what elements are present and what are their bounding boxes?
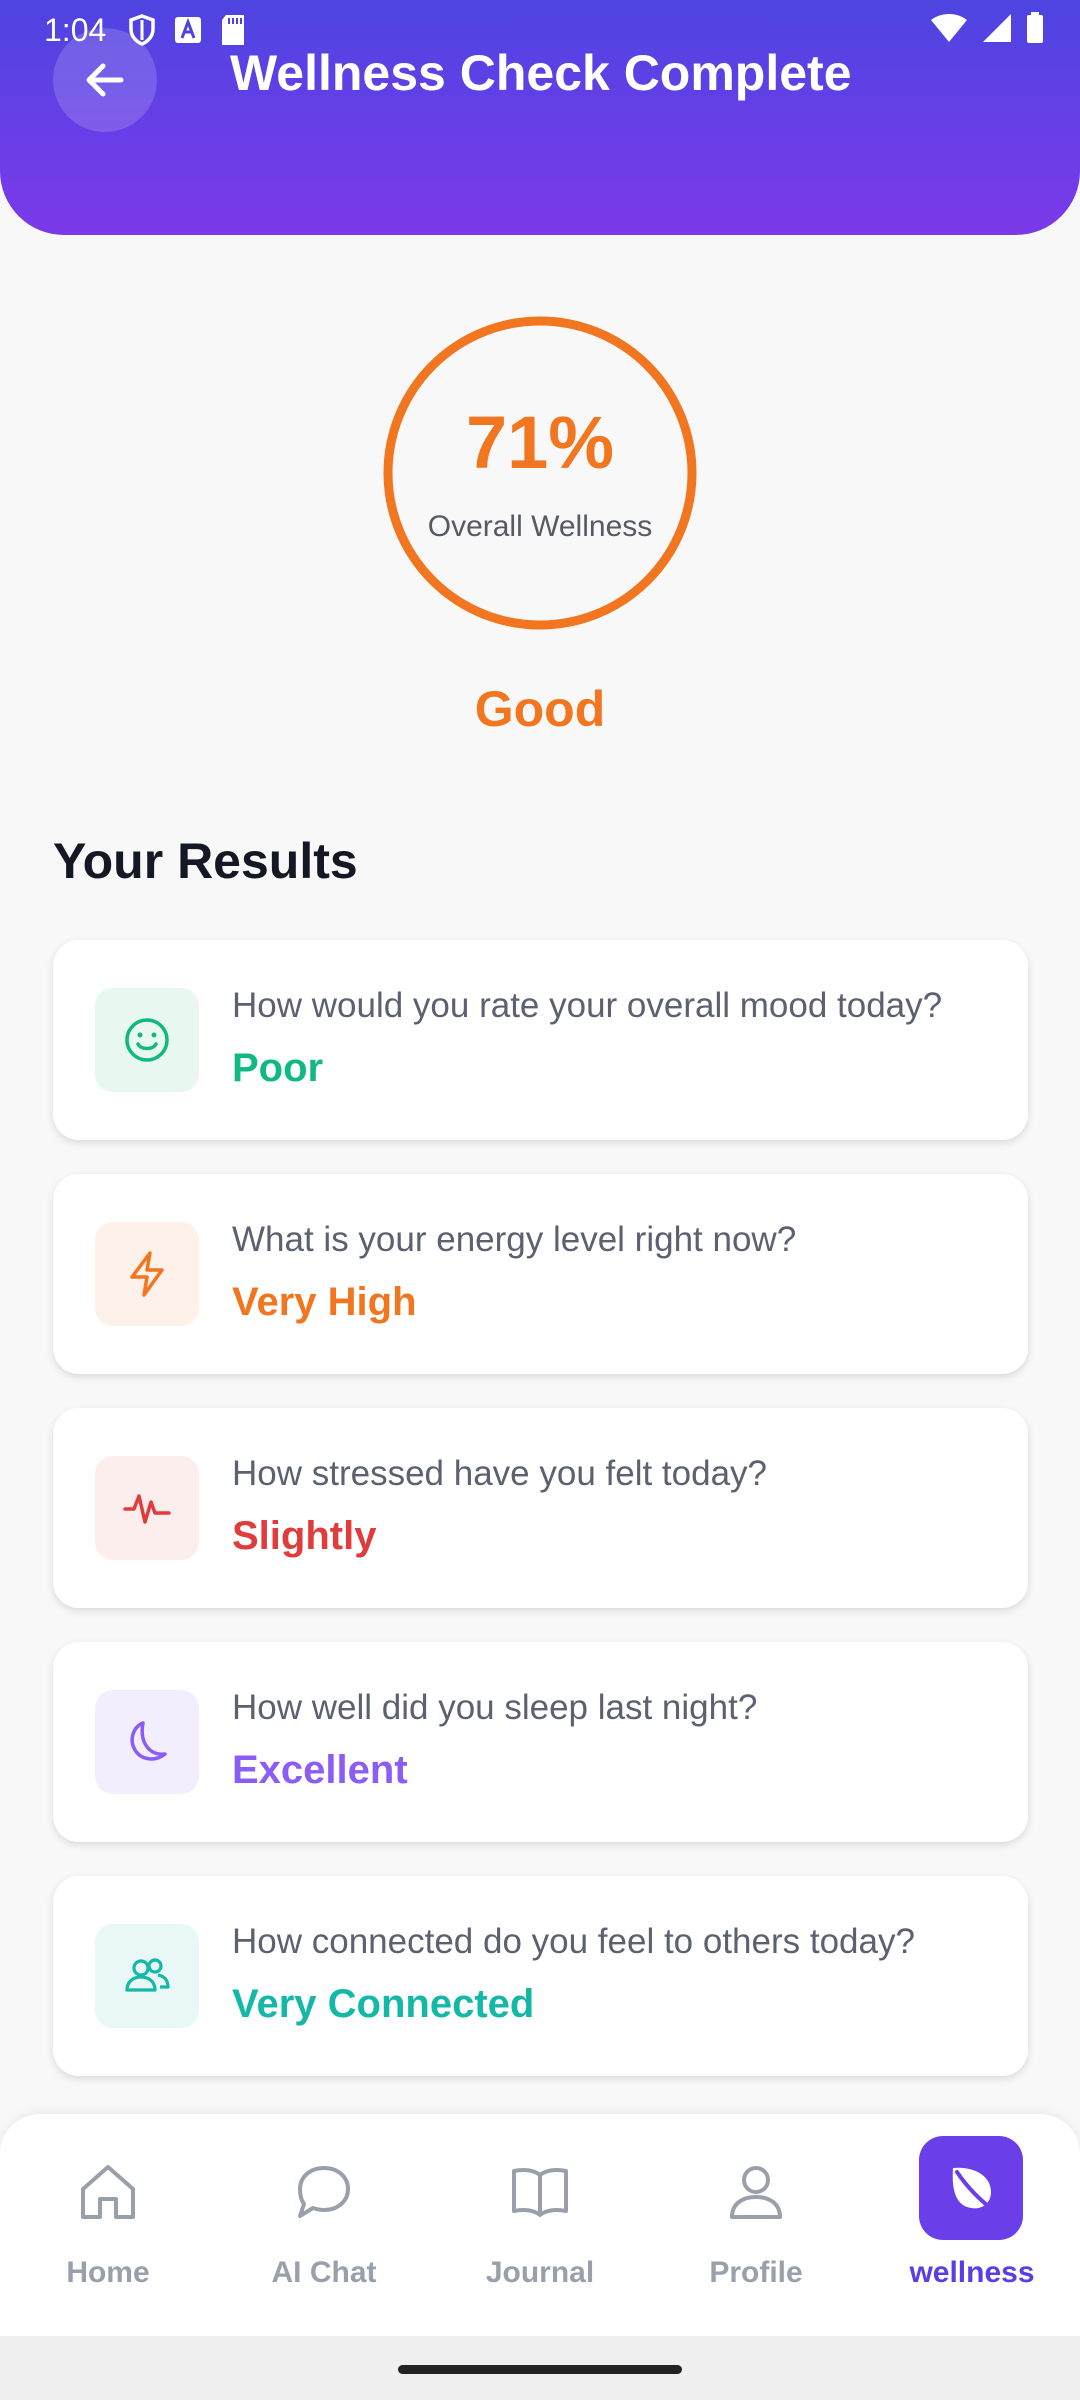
- back-button[interactable]: [53, 28, 157, 132]
- user-icon: [730, 2166, 782, 2219]
- wellness-rating: Good: [474, 681, 606, 737]
- result-question: What is your energy level right now?: [232, 1220, 797, 1259]
- result-card-sleep: How well did you sleep last night? Excel…: [53, 1642, 1028, 1842]
- result-question: How would you rate your overall mood tod…: [232, 986, 943, 1025]
- lightning-icon: [130, 1251, 164, 1297]
- back-arrow-icon: [86, 63, 124, 97]
- leaf-icon: [952, 2167, 995, 2212]
- sd-card-icon: [222, 15, 244, 45]
- text-a-icon: [175, 17, 201, 43]
- nav-item-profile[interactable]: Profile: [648, 2114, 864, 2336]
- signal-icon: [983, 14, 1011, 42]
- result-icon-box: [95, 1456, 199, 1560]
- result-answer: Excellent: [232, 1748, 408, 1792]
- nav-item-home[interactable]: Home: [0, 2114, 216, 2336]
- users-icon: [125, 1958, 170, 1992]
- result-card-energy: What is your energy level right now? Ver…: [53, 1174, 1028, 1374]
- smile-icon: [125, 1018, 169, 1062]
- battery-icon: [1027, 12, 1043, 43]
- nav-label: Home: [66, 2256, 150, 2289]
- wellness-score-value: 71%: [465, 401, 615, 484]
- result-question: How well did you sleep last night?: [232, 1688, 758, 1727]
- nav-label: Profile: [709, 2256, 803, 2289]
- nav-wellness-active-indicator[interactable]: [919, 2136, 1023, 2240]
- chat-icon: [298, 2166, 350, 2218]
- result-question: How stressed have you felt today?: [232, 1454, 768, 1493]
- result-answer: Slightly: [232, 1514, 377, 1558]
- wifi-icon: [931, 14, 967, 42]
- pulse-icon: [123, 1494, 171, 1524]
- result-card-stress: How stressed have you felt today? Slight…: [53, 1408, 1028, 1608]
- result-card-mood: How would you rate your overall mood tod…: [53, 940, 1028, 1140]
- page-title: Wellness Check Complete: [230, 45, 852, 101]
- home-icon: [81, 2165, 135, 2219]
- result-icon-box: [95, 988, 199, 1092]
- result-card-connection: How connected do you feel to others toda…: [53, 1876, 1028, 2076]
- bottom-navigation: Home AI Chat Journal Profile wellness: [0, 2114, 1080, 2336]
- result-icon-box: [95, 1222, 199, 1326]
- book-icon: [512, 2168, 568, 2217]
- result-answer: Poor: [232, 1046, 324, 1090]
- nav-item-journal[interactable]: Journal: [432, 2114, 648, 2336]
- result-question: How connected do you feel to others toda…: [232, 1922, 915, 1961]
- nav-label: wellness: [909, 2256, 1035, 2289]
- home-gesture-bar[interactable]: [398, 2365, 682, 2374]
- result-answer: Very High: [232, 1280, 417, 1324]
- nav-item-ai-chat[interactable]: AI Chat: [216, 2114, 432, 2336]
- nav-label: AI Chat: [271, 2256, 377, 2289]
- result-icon-box: [95, 1690, 199, 1794]
- wellness-score-caption: Overall Wellness: [427, 510, 653, 543]
- results-section-title: Your Results: [53, 833, 358, 889]
- result-icon-box: [95, 1924, 199, 2028]
- nav-label: Journal: [485, 2256, 595, 2289]
- result-answer: Very Connected: [232, 1982, 535, 2026]
- moon-icon: [130, 1721, 167, 1761]
